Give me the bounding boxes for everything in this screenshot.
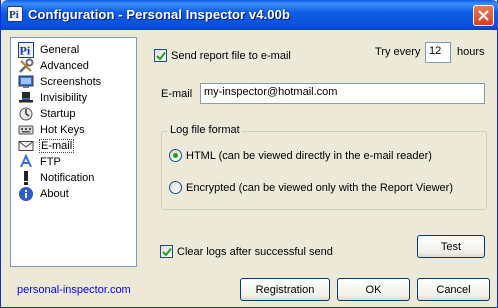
info-icon: [18, 186, 34, 202]
clear-logs-checkbox[interactable]: [160, 245, 173, 258]
checkmark-icon: [162, 247, 172, 257]
try-every-input[interactable]: 12: [425, 42, 451, 63]
sidebar-item-startup[interactable]: Startup: [18, 106, 76, 122]
startup-icon: [18, 106, 34, 122]
tools-icon: [18, 58, 34, 74]
log-format-legend: Log file format: [168, 124, 242, 136]
pi-icon: Pi: [18, 42, 34, 58]
sidebar-item-label: Startup: [40, 108, 76, 120]
sidebar-item-screenshots[interactable]: Screenshots: [18, 74, 102, 90]
sidebar-item-notification[interactable]: Notification: [18, 170, 95, 186]
encrypted-format-radio[interactable]: [169, 181, 182, 194]
clear-logs-label[interactable]: Clear logs after successful send: [177, 246, 333, 258]
monitor-icon: [18, 74, 34, 90]
registration-button[interactable]: Registration: [240, 278, 330, 301]
ftp-icon: [18, 153, 34, 170]
sidebar-item-invisibility[interactable]: Invisibility: [18, 90, 88, 106]
checkmark-icon: [156, 51, 166, 61]
sidebar-item-label: E-mail: [39, 139, 75, 153]
sidebar-item-advanced[interactable]: Advanced: [18, 58, 90, 74]
keyboard-icon: [18, 122, 34, 138]
sidebar-item-label: Screenshots: [40, 76, 102, 88]
send-report-checkbox[interactable]: [154, 49, 167, 62]
website-link[interactable]: personal-inspector.com: [17, 284, 131, 296]
encrypted-format-label[interactable]: Encrypted (can be viewed only with the R…: [186, 182, 453, 194]
test-button[interactable]: Test: [417, 235, 485, 258]
close-button[interactable]: [473, 5, 494, 26]
sidebar-item-email[interactable]: E-mail: [18, 138, 75, 154]
svg-text:Pi: Pi: [20, 44, 31, 58]
sidebar-item-label: Advanced: [40, 60, 89, 72]
email-label: E-mail: [161, 88, 193, 100]
send-report-label[interactable]: Send report file to e-mail: [171, 50, 291, 62]
sidebar-item-ftp[interactable]: FTP: [18, 153, 62, 170]
sidebar-item-label: General: [40, 44, 80, 56]
configuration-window: Pi Configuration - Personal Inspector v4…: [0, 0, 498, 308]
log-format-group: [161, 131, 487, 210]
exclamation-icon: [18, 170, 34, 186]
close-icon: [478, 10, 489, 21]
title-bar[interactable]: Pi Configuration - Personal Inspector v4…: [1, 0, 498, 30]
sidebar-item-label: Notification: [40, 172, 95, 184]
sidebar-item-hot-keys[interactable]: Hot Keys: [18, 122, 86, 138]
svg-text:Pi: Pi: [9, 9, 19, 21]
envelope-icon: [18, 138, 34, 154]
window-title: Configuration - Personal Inspector v4.00…: [28, 7, 290, 22]
cancel-button[interactable]: Cancel: [417, 278, 490, 301]
sidebar-item-label: Invisibility: [40, 92, 88, 104]
sidebar-item-label: About: [40, 188, 69, 200]
pi-app-icon[interactable]: Pi: [7, 6, 23, 22]
sidebar-item-about[interactable]: About: [18, 186, 70, 202]
radio-selected-dot: [173, 153, 178, 158]
email-field[interactable]: my-inspector@hotmail.com: [200, 83, 485, 104]
sidebar-item-label: Hot Keys: [40, 124, 85, 136]
sidebar-item-general[interactable]: Pi General: [18, 42, 80, 58]
ok-button[interactable]: OK: [337, 278, 410, 301]
html-format-label[interactable]: HTML (can be viewed directly in the e-ma…: [186, 150, 432, 162]
hours-label: hours: [457, 46, 485, 58]
try-every-label: Try every: [375, 46, 421, 58]
html-format-radio[interactable]: [169, 149, 182, 162]
settings-sidebar: Pi General Advanced Screenshots Invisibi…: [10, 37, 137, 267]
hat-icon: [18, 90, 34, 106]
sidebar-item-label: FTP: [40, 156, 61, 168]
